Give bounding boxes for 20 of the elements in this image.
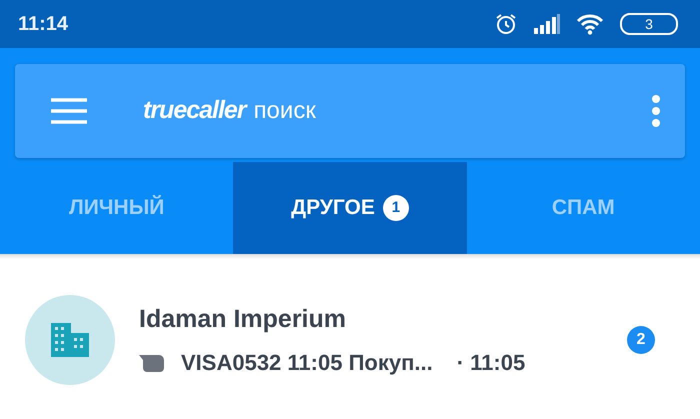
menu-icon[interactable] [51,97,87,125]
message-icon [139,354,165,372]
tab[interactable]: ДРУГОЕ 1 [233,162,467,254]
wifi-icon [576,13,604,35]
status-time: 11:14 [18,12,68,37]
contact-name: Idaman Imperium [139,304,347,335]
battery-icon: 3 [620,13,678,35]
count-badge: 1 [382,195,409,221]
more-icon[interactable] [651,94,661,128]
tab[interactable]: ЛИЧНЫЙ [0,162,234,254]
tab[interactable]: СПАМ [466,162,700,254]
message-preview: VISA0532 11:05 Покуп... [181,349,433,378]
message-time: · 11:05 [456,349,526,378]
search-title: поиск [254,96,316,126]
logo: truecaller [142,95,246,126]
signal-icon [534,14,560,34]
unread-badge: 2 [627,326,655,354]
building-icon [51,323,89,357]
search-bar[interactable]: truecaller поиск [15,64,685,158]
alarm-icon [494,12,518,36]
